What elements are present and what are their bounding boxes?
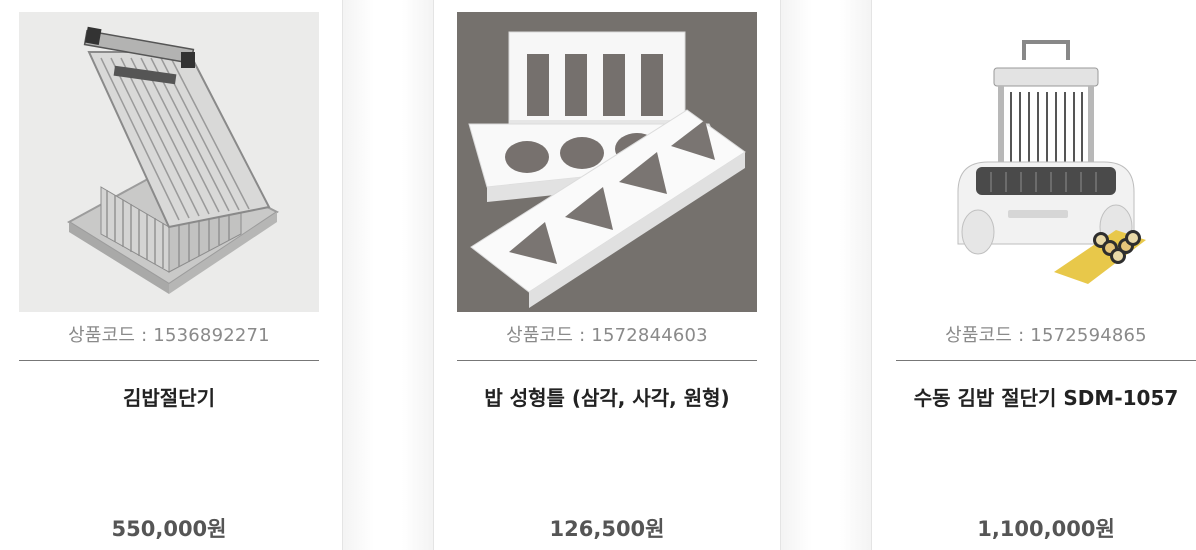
separator-line xyxy=(433,0,434,550)
separator-line xyxy=(342,0,343,550)
product-image[interactable] xyxy=(457,12,757,312)
product-image[interactable] xyxy=(19,12,319,312)
product-name[interactable]: 밥 성형틀 (삼각, 사각, 원형) xyxy=(457,383,757,413)
product-price: 126,500원 xyxy=(549,517,665,541)
divider xyxy=(19,360,319,361)
product-code: 상품코드 : 1536892271 xyxy=(68,325,270,346)
product-image[interactable] xyxy=(896,12,1196,312)
product-card[interactable]: 상품코드 : 1572594865 수동 김밥 절단기 SDM-1057 1,1… xyxy=(896,12,1196,550)
product-price: 1,100,000원 xyxy=(977,517,1115,541)
product-card[interactable]: 상품코드 : 1536892271 김밥절단기 550,000원 xyxy=(19,12,319,550)
divider xyxy=(457,360,757,361)
product-name[interactable]: 김밥절단기 xyxy=(19,383,319,413)
column-separator xyxy=(342,0,434,550)
product-grid: 상품코드 : 1536892271 김밥절단기 550,000원 상품코드: … xyxy=(0,0,1196,550)
product-code: 상품코드 : 1572844603 xyxy=(506,325,708,346)
product-price: 550,000원 xyxy=(111,517,227,541)
product-card[interactable]: 상품코드 : 1572844603 밥 성형틀 (삼각, 사각, 원형) 126… xyxy=(457,12,757,550)
product-code: 상품코드 : 1572594865 xyxy=(945,325,1147,346)
divider xyxy=(896,360,1196,361)
separator-line xyxy=(780,0,781,550)
separator-line xyxy=(871,0,872,550)
column-separator xyxy=(780,0,872,550)
product-name[interactable]: 수동 김밥 절단기 SDM-1057 xyxy=(896,383,1196,413)
